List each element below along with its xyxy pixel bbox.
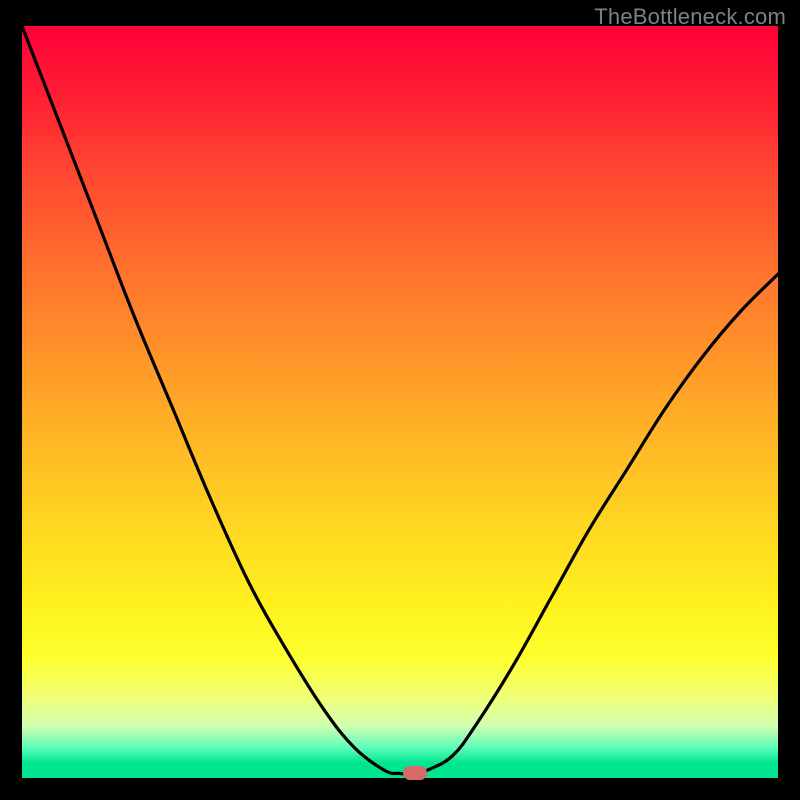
performance-curve-path: [22, 26, 778, 774]
chart-area: [22, 26, 778, 778]
bottleneck-curve: [22, 26, 778, 778]
balance-point-marker: [403, 766, 427, 780]
